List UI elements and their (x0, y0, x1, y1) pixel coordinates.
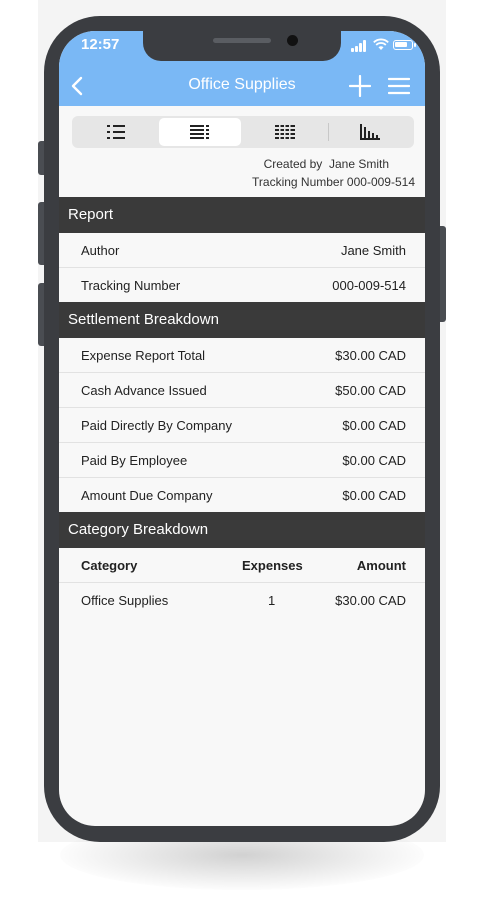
tab-detail-view[interactable] (159, 118, 241, 146)
row-label: Paid Directly By Company (81, 418, 232, 433)
navigation-bar: 12:57 Office Supplies (59, 31, 425, 106)
wifi-icon (373, 38, 389, 50)
section-header-settlement: Settlement Breakdown (59, 302, 425, 338)
section-header-report: Report (59, 197, 425, 233)
front-camera (287, 35, 298, 46)
battery-icon (393, 40, 416, 50)
created-by-label: Created by (263, 157, 323, 171)
row-value: $0.00 CAD (342, 488, 406, 503)
category-name: Office Supplies (81, 593, 169, 608)
row-label: Paid By Employee (81, 453, 188, 468)
section-header-category: Category Breakdown (59, 512, 425, 548)
column-header-amount: Amount (356, 558, 406, 573)
table-row: Expense Report Total $30.00 CAD (59, 338, 425, 373)
list-view-icon (107, 125, 125, 139)
row-label: Expense Report Total (81, 348, 206, 363)
table-row: Tracking Number 000-009-514 (59, 268, 425, 303)
table-row: Author Jane Smith (59, 233, 425, 268)
table-header-row: Category Expenses Amount (59, 548, 425, 583)
detail-view-icon (190, 125, 209, 139)
table-row: Paid Directly By Company $0.00 CAD (59, 408, 425, 443)
row-label: Tracking Number (81, 278, 181, 293)
view-mode-selector (72, 116, 414, 148)
chart-view-icon (360, 124, 380, 140)
grid-view-icon (275, 125, 295, 139)
row-label: Amount Due Company (81, 488, 213, 503)
plus-icon[interactable] (349, 75, 371, 97)
created-by: Created by Jane Smith (264, 157, 389, 171)
menu-icon[interactable] (388, 76, 410, 96)
tab-list-view[interactable] (75, 118, 157, 146)
table-row: Office Supplies 1 $30.00 CAD (59, 583, 425, 618)
column-header-expenses: Expenses (242, 558, 303, 573)
app-screen: 12:57 Office Supplies Created by Jane Sm… (59, 31, 425, 826)
table-row: Cash Advance Issued $50.00 CAD (59, 373, 425, 408)
row-label: Author (81, 243, 120, 258)
category-expenses: 1 (268, 593, 276, 608)
row-value: $50.00 CAD (335, 383, 406, 398)
table-row: Paid By Employee $0.00 CAD (59, 443, 425, 478)
category-amount: $30.00 CAD (335, 593, 406, 608)
table-row: Amount Due Company $0.00 CAD (59, 478, 425, 513)
created-by-name: Jane Smith (328, 157, 389, 171)
row-value: Jane Smith (340, 243, 406, 258)
column-header-category: Category (81, 558, 138, 573)
status-icons (351, 38, 417, 52)
tracking-number-line: Tracking Number 000-009-514 (252, 175, 415, 189)
tab-chart-view[interactable] (329, 118, 411, 146)
row-value: $30.00 CAD (335, 348, 406, 363)
status-time: 12:57 (81, 36, 120, 53)
tab-grid-view[interactable] (244, 118, 326, 146)
row-label: Cash Advance Issued (81, 383, 207, 398)
row-value: 000-009-514 (332, 278, 406, 293)
speaker-grille (213, 38, 271, 43)
row-value: $0.00 CAD (342, 418, 406, 433)
row-value: $0.00 CAD (342, 453, 406, 468)
notch (143, 31, 341, 61)
